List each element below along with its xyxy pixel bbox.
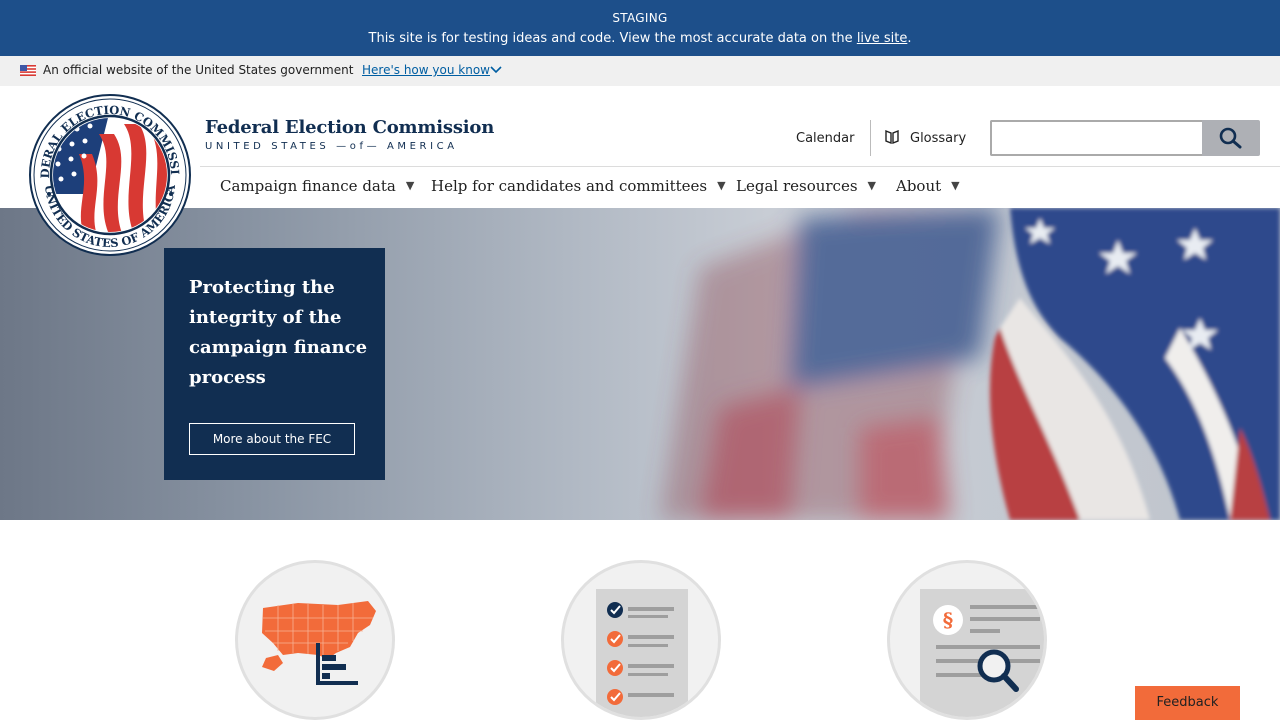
staging-banner: STAGING This site is for testing ideas a… xyxy=(0,0,1280,56)
feature-help-candidates[interactable] xyxy=(561,560,721,720)
hero-callout: Protecting the integrity of the campaign… xyxy=(164,248,385,480)
site-title[interactable]: Federal Election Commission xyxy=(205,117,494,138)
us-map-chart-icon xyxy=(262,601,376,685)
more-about-fec-button[interactable]: More about the FEC xyxy=(189,423,355,455)
svg-text:§: § xyxy=(943,608,953,632)
search-icon xyxy=(1219,127,1242,149)
book-icon[interactable] xyxy=(884,130,900,144)
chevron-down-icon[interactable] xyxy=(490,65,502,75)
feature-legal-resources[interactable]: § xyxy=(887,560,1047,720)
legal-search-icon: § xyxy=(920,589,1044,717)
caret-down-icon: ▼ xyxy=(405,179,415,192)
site-subtitle: UNITED STATES —of— AMERICA xyxy=(205,141,458,152)
search-button[interactable] xyxy=(1202,120,1260,156)
glossary-link[interactable]: Glossary xyxy=(910,131,966,146)
utility-divider xyxy=(870,120,871,156)
caret-down-icon: ▼ xyxy=(867,179,876,192)
calendar-link[interactable]: Calendar xyxy=(796,131,854,146)
checklist-icon xyxy=(596,589,688,717)
nav-item-label: About xyxy=(896,177,942,195)
search-input[interactable] xyxy=(990,120,1204,156)
nav-item-label: Campaign finance data xyxy=(220,177,396,195)
nav-item-legal-resources[interactable]: Legal resources ▼ xyxy=(736,177,876,195)
nav-item-help-for-candidates[interactable]: Help for candidates and committees ▼ xyxy=(431,177,726,195)
caret-down-icon: ▼ xyxy=(951,179,960,192)
nav-item-about[interactable]: About ▼ xyxy=(896,177,960,195)
nav-item-campaign-finance-data[interactable]: Campaign finance data ▼ xyxy=(220,177,414,195)
staging-message: This site is for testing ideas and code.… xyxy=(0,31,1280,46)
feature-campaign-finance-data[interactable] xyxy=(235,560,395,720)
nav-item-label: Help for candidates and committees xyxy=(431,177,708,195)
us-flag-icon xyxy=(20,65,36,76)
caret-down-icon: ▼ xyxy=(717,179,726,192)
staging-message-text: This site is for testing ideas and code.… xyxy=(368,31,853,46)
staging-label: STAGING xyxy=(612,11,668,25)
gov-banner: An official website of the United States… xyxy=(0,56,1280,86)
staging-period: . xyxy=(907,31,912,46)
hero-heading: Protecting the integrity of the campaign… xyxy=(189,277,368,388)
feedback-button[interactable]: Feedback xyxy=(1135,686,1240,720)
live-site-link[interactable]: live site xyxy=(857,31,908,46)
nav-item-label: Legal resources xyxy=(736,177,858,195)
fec-seal-logo[interactable]: FEDERAL ELECTION COMMISSION UNITED STATE… xyxy=(29,94,191,256)
heres-how-you-know-link[interactable]: Here's how you know xyxy=(362,63,490,77)
nav-divider xyxy=(200,166,1280,167)
gov-banner-text: An official website of the United States… xyxy=(43,63,354,77)
